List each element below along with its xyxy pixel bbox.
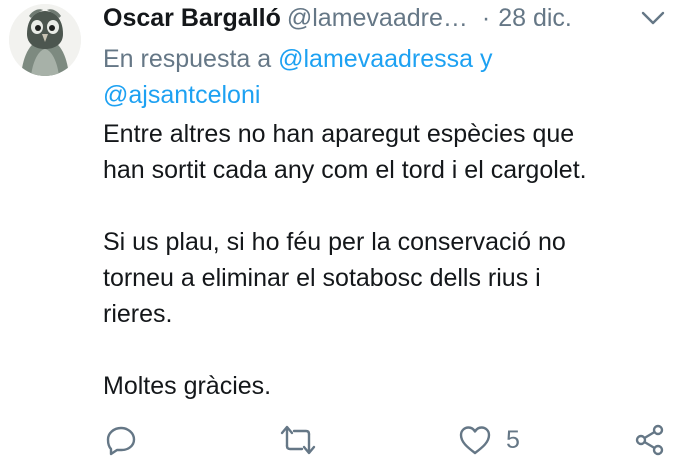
share-icon <box>635 424 664 456</box>
author-name[interactable]: Oscar Bargalló <box>103 4 281 32</box>
reply-mention-link[interactable]: @lamevaadressa <box>278 45 473 73</box>
tweet-text: Entre altres no han aparegut espècies qu… <box>103 116 663 404</box>
reply-mention-link[interactable]: @ajsantceloni <box>103 81 260 109</box>
heart-icon <box>459 426 491 455</box>
reply-icon <box>106 426 136 456</box>
retweet-button[interactable] <box>280 420 316 460</box>
like-button[interactable]: 5 <box>458 420 520 460</box>
separator-dot: · <box>481 4 491 32</box>
pigeon-avatar-image <box>9 4 81 76</box>
reply-prefix: En respuesta a <box>103 45 272 73</box>
reply-button[interactable] <box>105 420 137 460</box>
reply-context: En respuesta a @lamevaadressa y @ajsantc… <box>103 41 623 113</box>
tweet-header: Oscar Bargalló @lamevaadre… · 28 dic. <box>103 3 643 33</box>
share-button[interactable] <box>634 420 666 460</box>
reply-conjunction: y <box>480 45 493 73</box>
chevron-down-icon <box>641 11 665 25</box>
tweet-date[interactable]: 28 dic. <box>498 4 572 32</box>
author-handle[interactable]: @lamevaadre… <box>287 4 468 32</box>
tweet-text-line: rieres. <box>103 300 173 328</box>
tweet-text-line: Si us plau, si ho féu per la conservació… <box>103 228 566 256</box>
tweet-text-line: han sortit cada any com el tord i el car… <box>103 156 587 184</box>
tweet[interactable]: Oscar Bargalló @lamevaadre… · 28 dic. En re… <box>0 0 678 465</box>
tweet-actions: 5 <box>0 420 678 460</box>
tweet-text-line: Entre altres no han aparegut espècies qu… <box>103 120 575 148</box>
more-options-button[interactable] <box>640 8 666 28</box>
avatar[interactable] <box>9 4 81 76</box>
tweet-text-line: torneu a eliminar el sotabosc dells rius… <box>103 264 541 292</box>
retweet-icon <box>280 425 316 455</box>
like-count: 5 <box>506 425 520 454</box>
tweet-text-line: Moltes gràcies. <box>103 372 272 400</box>
